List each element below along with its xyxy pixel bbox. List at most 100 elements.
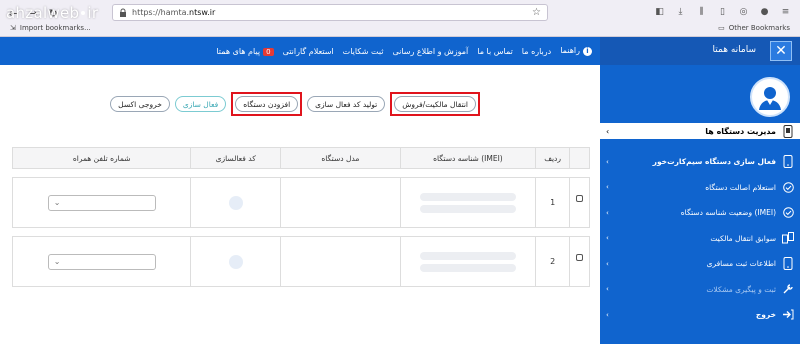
action-buttons: انتقال مالکیت/فروش تولید کد فعال سازی اف…	[110, 92, 480, 116]
main-content: انتقال مالکیت/فروش تولید کد فعال سازی اف…	[0, 65, 600, 344]
add-device-button[interactable]: افزودن دستگاه	[235, 96, 299, 112]
extension-icon[interactable]: ◎	[737, 5, 750, 18]
sidebar-menu: ‹ فعال سازی دستگاه سیم‌کارت‌خور ‹ استعلا…	[600, 149, 800, 328]
activate-button[interactable]: فعال سازی	[174, 96, 227, 112]
model-cell	[280, 237, 400, 286]
check-icon	[782, 180, 794, 194]
menu-about[interactable]: درباره ما	[522, 47, 551, 56]
phone-icon	[782, 124, 794, 138]
sidebar-item-label: اطلاعات ثبت مسافری	[706, 259, 776, 269]
export-excel-button[interactable]: خروجی اکسل	[110, 96, 170, 112]
close-icon[interactable]: ✕	[770, 41, 792, 61]
sidebar-item-activate-device[interactable]: ‹ فعال سازی دستگاه سیم‌کارت‌خور	[600, 149, 800, 175]
header-checkbox-col	[569, 148, 589, 168]
phone-select[interactable]: ⌄	[47, 194, 156, 211]
row-checkbox[interactable]	[576, 254, 584, 261]
library-icon[interactable]: ⫼	[695, 5, 708, 18]
transfer-ownership-button[interactable]: انتقال مالکیت/فروش	[394, 96, 476, 112]
transfer-icon	[782, 231, 794, 245]
sidebar-section-label: مدیریت دستگاه ها	[705, 126, 776, 136]
sidebar-section-devices[interactable]: ‹ مدیریت دستگاه ها	[600, 123, 800, 139]
table-row: 1 ⌄	[12, 177, 590, 228]
row-index: 2	[535, 237, 569, 286]
row-checkbox[interactable]	[576, 195, 584, 202]
sidebar-icon[interactable]: ▯	[716, 5, 729, 18]
sidebar-item-label: وضعیت شناسه دستگاه (IMEI)	[680, 208, 776, 218]
phone-icon	[782, 257, 794, 271]
table-row: 2 ⌄	[12, 236, 590, 287]
imei-placeholder	[419, 251, 516, 272]
chevron-down-icon: ⌄	[53, 257, 61, 266]
transfer-highlight: انتقال مالکیت/فروش	[390, 92, 480, 116]
sidebar-item-logout[interactable]: ‹ خروج	[600, 302, 800, 328]
imei-placeholder	[419, 192, 516, 213]
import-icon: ⇲	[10, 24, 16, 32]
add-device-highlight: افزودن دستگاه	[231, 92, 303, 116]
messages-badge: 0	[263, 47, 274, 56]
sidebar-item-authenticity[interactable]: ‹ استعلام اصالت دستگاه	[600, 175, 800, 201]
other-bookmarks[interactable]: ▭ Other Bookmarks	[718, 24, 790, 32]
menu-help-label: راهنما	[560, 46, 580, 55]
user-icon	[759, 87, 781, 110]
other-bookmarks-label: Other Bookmarks	[728, 24, 790, 32]
menu-icon[interactable]: ≡	[779, 5, 792, 18]
phone-select[interactable]: ⌄	[47, 253, 156, 270]
header-index: ردیف	[535, 148, 569, 168]
menu-messages-label: پیام های همتا	[216, 46, 261, 56]
tools-icon	[782, 282, 794, 296]
model-cell	[280, 178, 400, 227]
menu-contact[interactable]: تماس با ما	[477, 47, 513, 56]
check-icon	[782, 206, 794, 220]
header-code: کد فعالسازی	[190, 148, 280, 168]
phone-cell: ⌄	[13, 178, 190, 227]
header-model: مدل دستگاه	[280, 148, 400, 168]
sidebar-item-imei-status[interactable]: ‹ وضعیت شناسه دستگاه (IMEI)	[600, 200, 800, 226]
sidebar: ‹ مدیریت دستگاه ها ‹ فعال سازی دستگاه سی…	[600, 65, 800, 344]
table-header: ردیف شناسه دستگاه (IMEI) مدل دستگاه کد ف…	[12, 147, 590, 169]
import-bookmarks[interactable]: ⇲ Import bookmarks...	[10, 24, 91, 32]
generate-code-button[interactable]: تولید کد فعال سازی	[307, 96, 386, 112]
devices-table: ردیف شناسه دستگاه (IMEI) مدل دستگاه کد ف…	[12, 147, 590, 287]
brand-title: سامانه همتا	[712, 45, 756, 55]
pocket-icon[interactable]: ◧	[653, 5, 666, 18]
download-icon[interactable]: ⤓	[674, 5, 687, 18]
sidebar-item-label: ثبت و پیگیری مشکلات	[706, 284, 776, 294]
url-text: https://hamta.ntsw.ir	[132, 8, 527, 17]
chevron-down-icon: ⌄	[53, 198, 61, 207]
sidebar-item-label: استعلام اصالت دستگاه	[705, 182, 776, 192]
code-cell	[190, 237, 280, 286]
menu-messages[interactable]: 0پیام های همتا	[216, 46, 274, 56]
url-prefix: https://hamta.	[132, 8, 190, 17]
browser-chrome: ← → ↻ https://hamta.ntsw.ir ☆ ◧ ⤓ ⫼ ▯ ◎ …	[0, 0, 800, 37]
browser-toolbar: ◧ ⤓ ⫼ ▯ ◎ ● ≡	[653, 5, 792, 18]
menu-complaints[interactable]: ثبت شکایات	[343, 47, 384, 56]
menu-warranty[interactable]: استعلام گارانتی	[283, 47, 334, 56]
account-icon[interactable]: ●	[758, 5, 771, 18]
sidebar-item-label: خروج	[755, 310, 776, 320]
url-domain: ntsw.ir	[189, 8, 216, 17]
code-placeholder	[228, 195, 243, 210]
brand-bar: سامانه همتا ✕	[600, 37, 800, 65]
row-index: 1	[535, 178, 569, 227]
sidebar-item-label: فعال سازی دستگاه سیم‌کارت‌خور	[652, 157, 776, 167]
menu-education[interactable]: آموزش و اطلاع رسانی	[392, 47, 468, 56]
sidebar-item-issues[interactable]: ‹ ثبت و پیگیری مشکلات	[600, 277, 800, 303]
bookmark-star-icon[interactable]: ☆	[532, 7, 541, 18]
phone-icon	[782, 155, 794, 169]
row-checkbox-cell	[569, 178, 589, 227]
sidebar-item-traveler-info[interactable]: ‹ اطلاعات ثبت مسافری	[600, 251, 800, 277]
info-icon: i	[583, 47, 592, 56]
header-imei: شناسه دستگاه (IMEI)	[399, 148, 536, 168]
sidebar-item-transfer-history[interactable]: ‹ سوابق انتقال مالکیت	[600, 226, 800, 252]
code-cell	[190, 178, 280, 227]
row-checkbox-cell	[569, 237, 589, 286]
phone-cell: ⌄	[13, 237, 190, 286]
avatar	[750, 77, 790, 117]
watermark: ahzalweb ir	[6, 4, 98, 22]
top-menu: 0پیام های همتا استعلام گارانتی ثبت شکایا…	[216, 37, 592, 65]
logout-icon	[782, 308, 794, 322]
menu-help[interactable]: iراهنما	[560, 46, 592, 56]
folder-icon: ▭	[718, 24, 725, 32]
address-bar[interactable]: https://hamta.ntsw.ir ☆	[112, 4, 548, 21]
code-placeholder	[228, 254, 243, 269]
